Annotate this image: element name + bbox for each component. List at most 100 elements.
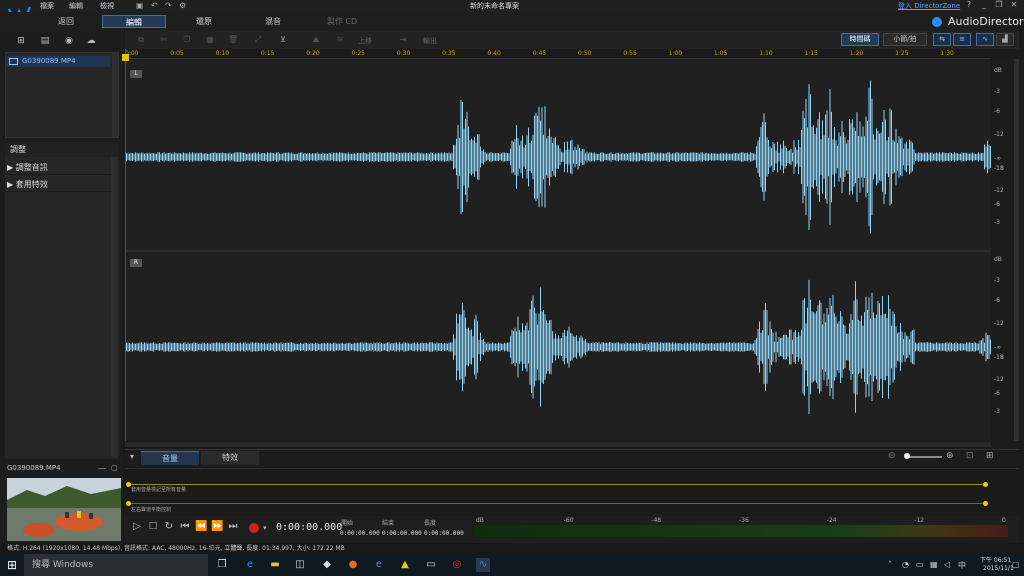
waveform-view-icon[interactable]: ∿: [976, 33, 994, 46]
save-icon[interactable]: ▣: [136, 1, 144, 10]
import-media-icon[interactable]: ⊞: [14, 36, 28, 48]
close-button[interactable]: ✕: [1007, 0, 1021, 11]
media-item[interactable]: G0390089.MP4: [6, 56, 110, 67]
bars-beats-mode-button[interactable]: 小節/拍: [883, 33, 927, 46]
playhead-handle[interactable]: [122, 54, 129, 61]
media-scrollbar[interactable]: [112, 53, 118, 137]
tray-app-icon[interactable]: ◔: [902, 560, 909, 569]
maximize-preview-icon[interactable]: ▢: [111, 464, 118, 472]
minimize-preview-icon[interactable]: —: [98, 464, 106, 473]
redo-icon[interactable]: ↷: [165, 1, 172, 10]
minimize-button[interactable]: _: [977, 0, 991, 11]
envelope-icon[interactable]: ⛰: [309, 35, 323, 46]
clock-date[interactable]: 2015/11/1: [983, 565, 1014, 572]
tab-restore[interactable]: 還原: [172, 15, 236, 28]
zoom-slider[interactable]: [906, 456, 942, 458]
upper-button[interactable]: 上移: [358, 36, 372, 46]
previous-icon[interactable]: ⏮: [179, 521, 191, 535]
firefox-icon[interactable]: ●: [346, 558, 360, 572]
paste-icon[interactable]: ▦: [203, 35, 217, 46]
battery-icon[interactable]: ▭: [916, 560, 924, 569]
tab-mix[interactable]: 混音: [241, 15, 305, 28]
zoom-in-icon[interactable]: ⊕: [946, 451, 954, 461]
waveform-vertical-scrollbar[interactable]: [1014, 59, 1019, 441]
zoom-selection-icon[interactable]: ⊞: [986, 451, 994, 461]
tab-burn-cd[interactable]: 製作 CD: [310, 15, 374, 28]
start-value[interactable]: 0:00:00.000: [340, 530, 380, 537]
trim-icon[interactable]: ⤢: [251, 35, 265, 46]
fast-forward-icon[interactable]: ⏩: [211, 521, 223, 535]
tab-back[interactable]: 返回: [34, 15, 98, 28]
balance-keyframe-end[interactable]: [983, 501, 988, 506]
timecode-mode-button[interactable]: 時間碼: [841, 33, 879, 46]
menu-edit[interactable]: 編輯: [69, 1, 83, 11]
app-icon-three[interactable]: ◎: [450, 558, 464, 572]
play-icon[interactable]: ▷: [131, 521, 143, 535]
output-button[interactable]: 輸出: [423, 36, 437, 46]
db-scale-label: -∞: [994, 344, 1002, 351]
fade-menu-icon[interactable]: ⊻: [276, 35, 290, 46]
volume-keyframe-end[interactable]: [983, 482, 988, 487]
zoom-out-icon[interactable]: ⊖: [888, 451, 896, 461]
file-explorer-icon[interactable]: ▬: [268, 558, 282, 572]
menu-file[interactable]: 檔案: [40, 1, 54, 11]
balance-envelope-line[interactable]: [128, 503, 986, 504]
zoom-fit-icon[interactable]: ⊡: [966, 451, 974, 461]
spectrum-view-icon[interactable]: ▟: [996, 33, 1014, 46]
windows-start-icon[interactable]: ⊞: [0, 554, 24, 576]
cut-icon[interactable]: ✂: [157, 35, 171, 46]
volume-icon[interactable]: ◁: [944, 560, 950, 569]
app-icon-two[interactable]: ▭: [424, 558, 438, 572]
app-icon-one[interactable]: ▲: [398, 558, 412, 572]
waveform-canvas[interactable]: [125, 59, 991, 441]
collapse-icon[interactable]: ▾: [130, 452, 134, 461]
normalize-icon[interactable]: ≋: [333, 35, 347, 46]
volume-envelope-line[interactable]: [128, 484, 986, 485]
keyboard-icon[interactable]: 中: [958, 560, 966, 571]
undo-icon[interactable]: ↶: [151, 1, 158, 10]
stereo-view-icon[interactable]: ⇆: [933, 33, 951, 46]
next-icon[interactable]: ⏭: [227, 521, 239, 535]
loop-icon[interactable]: ↻: [163, 521, 175, 535]
record-icon[interactable]: ◉: [62, 36, 76, 48]
help-button[interactable]: ?: [962, 0, 976, 11]
copy-icon[interactable]: ❐: [180, 35, 194, 46]
delete-icon[interactable]: 🗑: [226, 35, 240, 46]
task-view-icon[interactable]: ❐: [215, 558, 229, 572]
network-icon[interactable]: ▦: [930, 560, 938, 569]
add-folder-icon[interactable]: ▤: [38, 36, 52, 48]
end-value[interactable]: 0:00:00.000: [382, 530, 422, 537]
adjust-scrollbar[interactable]: [111, 157, 117, 457]
record-button[interactable]: [249, 523, 259, 533]
edge-icon[interactable]: e: [243, 558, 257, 572]
cloud-icon[interactable]: ☁: [84, 36, 98, 48]
rewind-icon[interactable]: ⏪: [195, 521, 207, 535]
adjust-audio-item[interactable]: ▶ 調整音訊: [7, 160, 113, 175]
length-value[interactable]: 0:00:00.000: [424, 530, 464, 537]
store-icon[interactable]: ◫: [293, 558, 307, 572]
taskbar-search[interactable]: 搜尋 Windows: [24, 554, 208, 576]
crop-icon[interactable]: ⧉: [134, 35, 148, 46]
zoom-slider-knob[interactable]: [904, 453, 910, 459]
apply-effects-item[interactable]: ▶ 套用特效: [7, 177, 113, 192]
settings-gear-icon[interactable]: ⚙: [179, 1, 186, 10]
ruler-tick-label: 1:25: [895, 50, 909, 57]
tab-edit[interactable]: 編輯: [102, 15, 166, 28]
playhead[interactable]: [125, 49, 126, 441]
record-options-icon[interactable]: ▾: [263, 524, 267, 532]
browser-icon[interactable]: e: [372, 558, 386, 572]
tab-volume[interactable]: 音量: [141, 451, 199, 465]
tab-effects[interactable]: 特效: [201, 451, 259, 465]
login-directorzone-link[interactable]: 登入 DirectorZone: [898, 1, 960, 11]
restore-button[interactable]: ❐: [992, 0, 1006, 11]
notifications-icon[interactable]: ▢: [1012, 560, 1020, 569]
unity-icon[interactable]: ◆: [320, 558, 334, 572]
channel-view-icon[interactable]: ≡: [953, 33, 971, 46]
tray-up-icon[interactable]: ˄: [888, 560, 892, 569]
stop-icon[interactable]: □: [147, 521, 159, 535]
clock-time[interactable]: 下午 06:51: [980, 555, 1011, 564]
horizontal-scrollbar[interactable]: [125, 442, 991, 447]
export-icon[interactable]: ⇥: [396, 35, 410, 46]
menu-view[interactable]: 檢視: [100, 1, 114, 11]
audiodirector-taskbar-icon[interactable]: ∿: [476, 558, 490, 572]
